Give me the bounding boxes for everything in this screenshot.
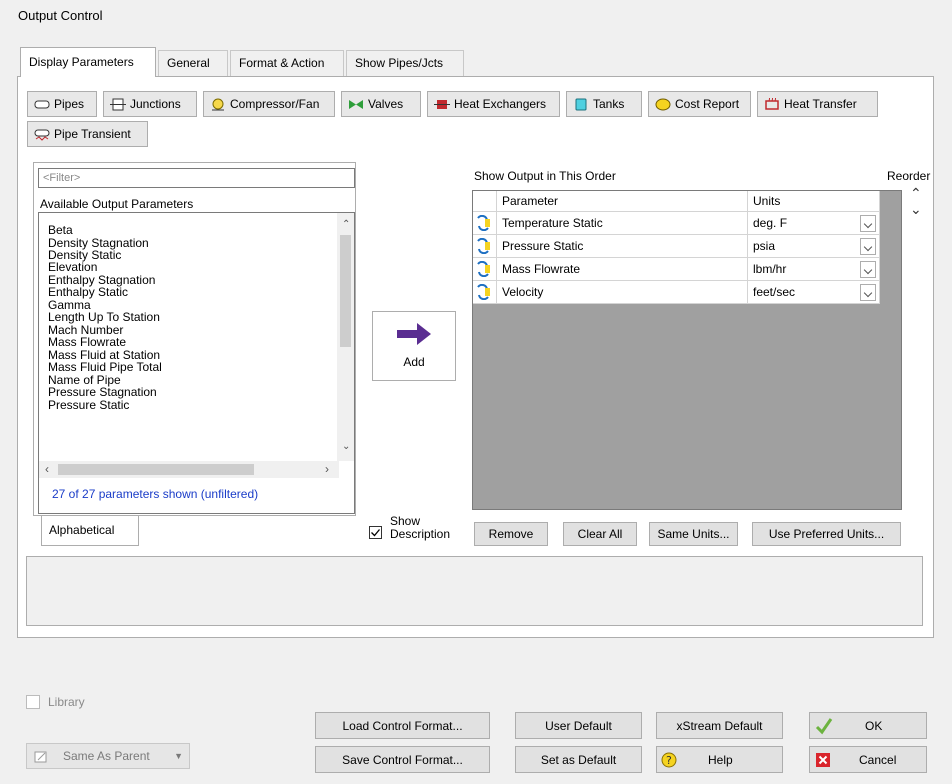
remove-button[interactable]: Remove <box>474 522 548 546</box>
show-description-label: Show Description <box>390 514 451 541</box>
scroll-up-icon[interactable]: ⌃ <box>342 219 350 230</box>
parameters-count: 27 of 27 parameters shown (unfiltered) <box>52 487 259 501</box>
move-up-icon[interactable]: ⌃ <box>910 186 922 200</box>
list-item[interactable]: Beta <box>48 224 73 236</box>
row-parameter[interactable]: Velocity <box>497 281 748 304</box>
scroll-down-icon[interactable]: ⌄ <box>342 441 350 452</box>
library-checkbox[interactable] <box>26 695 40 709</box>
column-header-units[interactable]: Units <box>748 191 880 212</box>
grid-empty-area <box>880 191 901 289</box>
help-button[interactable]: ? Help <box>656 746 783 773</box>
junctions-button[interactable]: Junctions <box>103 91 197 117</box>
output-order-grid[interactable]: Parameter Units Temperature Static deg. … <box>472 190 902 510</box>
xstream-default-button[interactable]: xStream Default <box>656 712 783 739</box>
scrollbar-thumb[interactable] <box>340 235 351 347</box>
tab-alphabetical[interactable]: Alphabetical <box>41 516 139 546</box>
cost-report-button[interactable]: Cost Report <box>648 91 751 117</box>
h-scrollbar-thumb[interactable] <box>58 464 254 475</box>
show-description-checkbox[interactable] <box>369 526 382 539</box>
list-item[interactable]: Mass Flowrate <box>48 336 126 348</box>
document-icon <box>33 750 49 763</box>
list-item[interactable]: Enthalpy Static <box>48 286 128 298</box>
load-control-format-button[interactable]: Load Control Format... <box>315 712 490 739</box>
pipe-transient-icon <box>34 128 50 141</box>
available-parameters-list[interactable]: Beta Density Stagnation Density Static E… <box>38 212 355 514</box>
vertical-scrollbar[interactable]: ⌃ ⌄ <box>337 213 354 461</box>
scroll-left-icon[interactable]: ‹ <box>45 462 49 476</box>
set-as-default-button[interactable]: Set as Default <box>515 746 642 773</box>
close-icon <box>815 752 831 768</box>
check-icon <box>371 529 380 537</box>
cancel-button[interactable]: Cancel <box>809 746 927 773</box>
pipe-transient-button[interactable]: Pipe Transient <box>27 121 148 147</box>
heat-transfer-icon <box>764 96 780 111</box>
row-units[interactable]: lbm/hr <box>748 258 880 281</box>
horizontal-scrollbar[interactable]: ‹ › <box>39 461 339 478</box>
ok-button[interactable]: OK <box>809 712 927 739</box>
tab-general[interactable]: General <box>158 50 228 76</box>
pipe-icon <box>34 98 50 111</box>
same-as-parent-dropdown[interactable]: Same As Parent ▼ <box>26 743 190 769</box>
tank-icon <box>573 98 589 111</box>
library-label: Library <box>48 695 85 709</box>
scroll-right-icon[interactable]: › <box>325 462 329 476</box>
compressor-icon <box>210 98 226 111</box>
row-handle-icon[interactable] <box>473 258 497 281</box>
chevron-down-icon[interactable] <box>860 284 876 301</box>
junction-icon <box>110 98 126 111</box>
tab-show-pipes-jcts[interactable]: Show Pipes/Jcts <box>346 50 464 76</box>
add-button[interactable]: Add <box>372 311 456 381</box>
reorder-label: Reorder <box>887 169 931 183</box>
row-units[interactable]: feet/sec <box>748 281 880 304</box>
row-units[interactable]: psia <box>748 235 880 258</box>
help-icon: ? <box>660 751 678 769</box>
chevron-down-icon: ▼ <box>174 751 183 761</box>
check-icon <box>815 717 833 735</box>
filter-field[interactable]: <Filter> <box>38 168 355 188</box>
clear-all-button[interactable]: Clear All <box>563 522 637 546</box>
list-item[interactable]: Pressure Stagnation <box>48 386 157 398</box>
tab-display-parameters[interactable]: Display Parameters <box>20 47 156 77</box>
compressor-fan-button[interactable]: Compressor/Fan <box>203 91 335 117</box>
user-default-button[interactable]: User Default <box>515 712 642 739</box>
output-order-label: Show Output in This Order <box>474 169 616 183</box>
valve-icon <box>348 98 364 111</box>
column-header-parameter[interactable]: Parameter <box>497 191 748 212</box>
cost-icon <box>655 98 671 111</box>
list-item[interactable]: Pressure Static <box>48 399 129 411</box>
description-box <box>26 556 923 626</box>
list-item[interactable]: Length Up To Station <box>48 311 160 323</box>
tab-format-action[interactable]: Format & Action <box>230 50 344 76</box>
use-preferred-units-button[interactable]: Use Preferred Units... <box>752 522 901 546</box>
chevron-down-icon[interactable] <box>860 261 876 278</box>
row-handle-icon[interactable] <box>473 212 497 235</box>
chevron-down-icon[interactable] <box>860 238 876 255</box>
row-parameter[interactable]: Temperature Static <box>497 212 748 235</box>
move-down-icon[interactable]: ⌄ <box>910 202 922 216</box>
row-handle-icon[interactable] <box>473 235 497 258</box>
pipes-button[interactable]: Pipes <box>27 91 97 117</box>
row-parameter[interactable]: Mass Flowrate <box>497 258 748 281</box>
valves-button[interactable]: Valves <box>341 91 421 117</box>
row-handle-icon[interactable] <box>473 281 497 304</box>
heat-exchangers-button[interactable]: Heat Exchangers <box>427 91 560 117</box>
tanks-button[interactable]: Tanks <box>566 91 642 117</box>
row-units[interactable]: deg. F <box>748 212 880 235</box>
chevron-down-icon[interactable] <box>860 215 876 232</box>
list-item[interactable]: Elevation <box>48 261 97 273</box>
window-title: Output Control <box>18 8 103 23</box>
svg-text:?: ? <box>666 754 672 767</box>
right-arrow-icon <box>397 323 431 345</box>
available-parameters-title: Available Output Parameters <box>40 197 194 211</box>
list-item[interactable]: Mass Fluid Pipe Total <box>48 361 162 373</box>
row-parameter[interactable]: Pressure Static <box>497 235 748 258</box>
heat-transfer-button[interactable]: Heat Transfer <box>757 91 878 117</box>
same-units-button[interactable]: Same Units... <box>649 522 738 546</box>
save-control-format-button[interactable]: Save Control Format... <box>315 746 490 773</box>
heat-exchanger-icon <box>434 98 450 111</box>
grid-corner <box>473 191 497 212</box>
